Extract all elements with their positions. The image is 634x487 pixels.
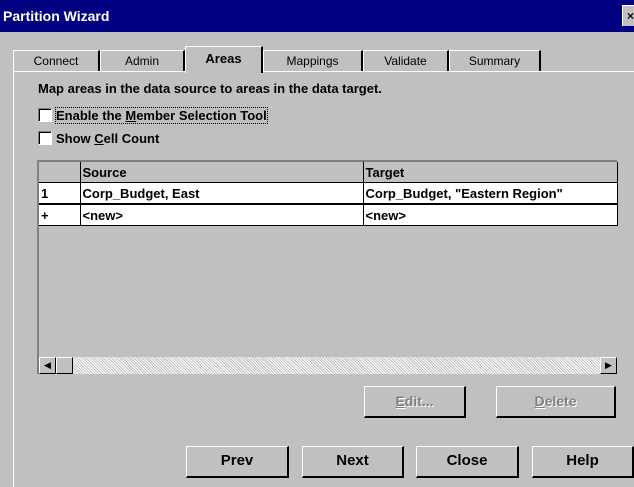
tab-summary[interactable]: Summary bbox=[449, 50, 541, 72]
member-selection-tool-checkbox[interactable]: Enable the Member Selection Tool bbox=[38, 107, 268, 124]
help-button[interactable]: Help bbox=[532, 446, 634, 478]
horizontal-scrollbar[interactable]: ◀ ▶ bbox=[39, 357, 617, 374]
grid-empty-area bbox=[39, 228, 617, 358]
tab-mappings[interactable]: Mappings bbox=[263, 50, 363, 72]
delete-button[interactable]: Delete bbox=[496, 386, 616, 418]
tab-areas[interactable]: Areas bbox=[185, 46, 263, 73]
scroll-left-icon[interactable]: ◀ bbox=[39, 357, 56, 374]
close-icon[interactable]: × bbox=[622, 5, 634, 26]
checkbox-label: Show Cell Count bbox=[56, 131, 160, 146]
column-header-source[interactable]: Source bbox=[80, 162, 364, 183]
area-mapping-grid: Source Target 1 Corp_Budget, East Corp_B… bbox=[37, 160, 618, 374]
close-button[interactable]: Close bbox=[416, 446, 519, 478]
source-cell[interactable]: Corp_Budget, East bbox=[80, 182, 364, 205]
partition-wizard-window: Partition Wizard × Connect Admin Areas M… bbox=[0, 0, 634, 487]
prev-button[interactable]: Prev bbox=[186, 446, 289, 478]
checkbox-label: Enable the Member Selection Tool bbox=[55, 107, 268, 124]
scroll-right-icon[interactable]: ▶ bbox=[600, 357, 617, 374]
source-cell[interactable]: <new> bbox=[80, 204, 364, 226]
column-header-target[interactable]: Target bbox=[363, 162, 618, 183]
show-cell-count-checkbox[interactable]: Show Cell Count bbox=[38, 131, 159, 147]
tab-validate[interactable]: Validate bbox=[363, 50, 449, 72]
title-bar: Partition Wizard × bbox=[0, 0, 634, 32]
tab-admin[interactable]: Admin bbox=[100, 50, 185, 72]
tab-connect[interactable]: Connect bbox=[13, 50, 100, 72]
table-row[interactable]: + <new> <new> bbox=[39, 204, 618, 226]
target-cell[interactable]: Corp_Budget, "Eastern Region" bbox=[363, 182, 618, 205]
new-row-marker[interactable]: + bbox=[39, 204, 81, 226]
row-header-corner bbox=[39, 162, 81, 183]
checkbox-box[interactable] bbox=[38, 108, 52, 122]
instruction-text: Map areas in the data source to areas in… bbox=[38, 81, 382, 96]
target-cell[interactable]: <new> bbox=[363, 204, 618, 226]
table-row[interactable]: 1 Corp_Budget, East Corp_Budget, "Easter… bbox=[39, 182, 618, 205]
edit-button[interactable]: Edit... bbox=[364, 386, 466, 418]
scroll-thumb[interactable] bbox=[56, 357, 73, 374]
next-button[interactable]: Next bbox=[302, 446, 404, 478]
checkbox-box[interactable] bbox=[38, 131, 52, 145]
row-number[interactable]: 1 bbox=[39, 182, 81, 205]
window-title: Partition Wizard bbox=[3, 8, 110, 24]
